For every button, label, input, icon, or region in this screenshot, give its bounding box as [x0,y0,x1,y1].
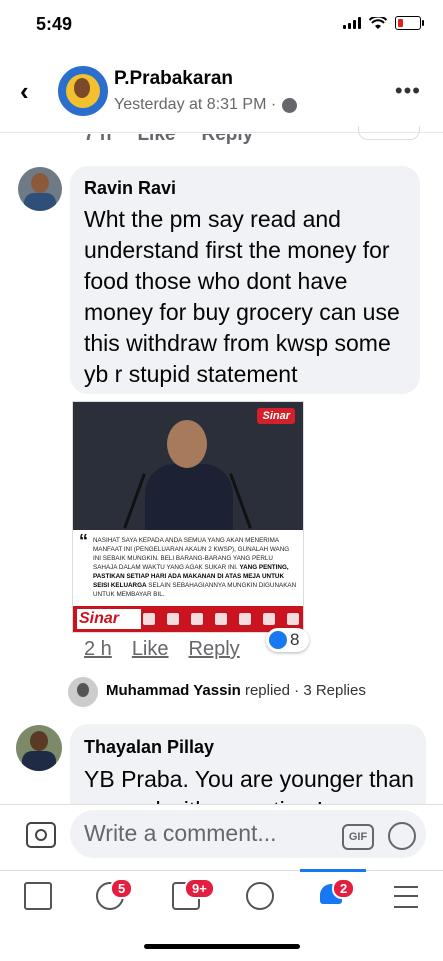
camera-icon[interactable] [26,822,56,848]
post-timestamp: Yesterday at 8:31 PM · [114,96,298,114]
avatar[interactable] [58,66,108,116]
tab-notifications[interactable]: 2 [310,878,356,912]
home-icon [24,882,52,910]
reaction-badge[interactable]: 8 [266,628,309,652]
wifi-icon [369,16,387,29]
timestamp-text: Yesterday at 8:31 PM · [114,96,277,113]
tab-groups[interactable] [236,878,276,912]
brand-logo: Sinar [257,408,295,424]
comment-text: Wht the pm say read and understand first… [84,206,400,387]
comment-author[interactable]: Ravin Ravi [84,178,176,199]
avatar[interactable] [68,677,98,707]
comment-time[interactable]: 2 h [84,638,112,661]
tab-menu[interactable] [384,878,424,912]
status-icons [343,16,424,30]
comment-image[interactable]: Sinar “ NASIHAT SAYA KEPADA ANDA SEMUA Y… [72,401,304,633]
menu-icon [394,886,418,908]
comment-author[interactable]: Thayalan Pillay [84,737,214,758]
previous-comment-actions: 7 h Like Reply [84,124,253,146]
home-indicator [144,944,300,949]
previous-like[interactable]: Like [137,134,175,146]
previous-reaction-badge [358,126,420,140]
avatar[interactable] [16,725,62,771]
reply-author: Muhammad Yassin [106,682,241,699]
notifications-badge: 2 [332,878,356,899]
signal-icon [343,17,361,29]
previous-time: 7 h [84,124,112,145]
tab-watch[interactable]: 9+ [162,878,215,912]
previous-reply[interactable]: Reply [201,134,253,146]
view-replies-link[interactable]: Muhammad Yassin replied · 3 Replies [106,682,366,699]
back-button[interactable]: ‹ [20,76,29,107]
comment-placeholder: Write a comment... [84,820,277,846]
footer-logo: Sinar [77,609,141,629]
avatar[interactable] [18,167,62,211]
emoji-icon[interactable] [388,822,416,850]
reply-button[interactable]: Reply [189,638,240,661]
image-caption: NASIHAT SAYA KEPADA ANDA SEMUA YANG AKAN… [93,536,297,599]
active-tab-indicator [300,869,366,872]
comment-actions: 2 h Like Reply [84,638,240,661]
tab-home[interactable] [14,878,54,912]
gif-button[interactable]: GIF [342,824,374,850]
battery-icon [395,16,424,30]
status-time: 5:49 [36,14,73,34]
globe-icon [282,97,298,113]
groups-icon [246,882,274,910]
photo: Sinar [73,402,303,530]
watch-badge: 9+ [184,878,215,899]
thumbs-up-icon [269,631,287,649]
social-icons [143,613,299,625]
page-title[interactable]: P.Prabakaran [114,68,233,90]
more-options-icon[interactable]: ••• [395,78,421,104]
quote-icon: “ [79,531,88,551]
tab-friends[interactable]: 5 [86,878,134,912]
reply-count: replied · 3 Replies [244,682,366,699]
reaction-count: 8 [290,630,300,649]
friends-badge: 5 [110,878,134,899]
like-button[interactable]: Like [132,638,169,661]
